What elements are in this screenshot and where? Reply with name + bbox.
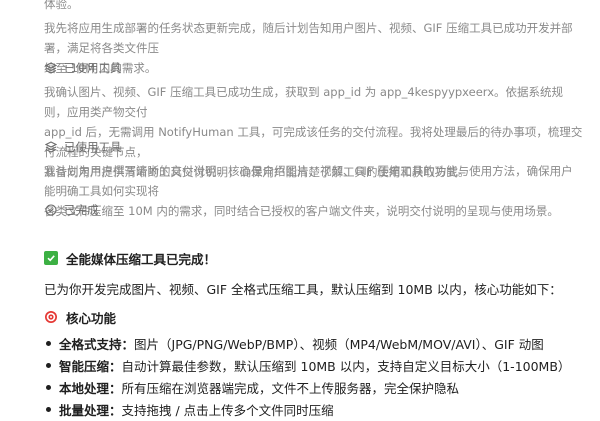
bullet-icon [46,384,51,390]
feature-key: 批量处理： [59,402,122,418]
feature-text: 图片（JPG/PNG/WebP/BMP）、视频（MP4/WebM/MOV/AVI… [134,336,544,352]
core-features-heading: 核心功能 [44,306,116,328]
check-circle-icon [44,203,58,217]
feature-text: 自动计算最佳参数，默认压缩到 10MB 以内，支持自定义目标大小（1-100MB… [121,358,571,374]
list-item: 全格式支持： 图片（JPG/PNG/WebP/BMP）、视频（MP4/WebM/M… [44,332,570,354]
bullet-icon [46,406,51,412]
feature-text: 所有压缩在浏览器端完成，文件不上传服务器，完全保护隐私 [121,380,460,396]
thinking-fragment: 体验。 [44,0,79,11]
thinking-line: app_id 后，无需调用 NotifyHuman 工具，可完成该任务的交付流程… [44,125,583,159]
tool-used-step-2[interactable]: 已使用工具 [44,137,122,157]
answer-headline: 全能媒体压缩工具已完成！ [44,247,216,269]
bullet-icon [46,362,51,368]
thinking-line: 我计划为用户撰写清晰的交付说明，核心是介绍图片、视频、GIF 压缩工具的功能与使… [44,164,573,198]
feature-text: 支持拖拽 / 点击上传多个文件同时压缩 [121,402,334,418]
tool-used-label: 已使用工具 [64,61,122,75]
thinking-paragraph-1: 我先将应用生成部署的任务状态更新完成，随后计划告知用户图片、视频、GIF 压缩工… [44,18,584,78]
target-icon [44,310,58,324]
layers-icon [44,61,58,75]
feature-key: 全格式支持： [59,336,135,352]
tool-used-label: 已使用工具 [64,140,122,154]
completed-label: 已完成 [64,203,99,217]
thinking-line: 我先将应用生成部署的任务状态更新完成，随后计划告知用户图片、视频、GIF 压缩工… [44,21,573,55]
headline-text: 全能媒体压缩工具已完成！ [66,251,217,267]
thinking-line: 缩至 10M 内的需求。 [44,61,157,75]
thinking-line: 我确认图片、视频、GIF 压缩工具已成功生成，获取到 app_id 为 app_… [44,85,563,119]
feature-key: 本地处理： [59,380,122,396]
thinking-paragraph-3: 我计划为用户撰写清晰的交付说明，核心是介绍图片、视频、GIF 压缩工具的功能与使… [44,161,584,221]
feature-list: 全格式支持： 图片（JPG/PNG/WebP/BMP）、视频（MP4/WebM/M… [44,332,570,420]
layers-icon [44,140,58,154]
bullet-icon [46,340,51,346]
section-title: 核心功能 [66,310,117,326]
completed-status: 已完成 [44,200,99,220]
feature-key: 智能压缩： [59,358,122,374]
answer-intro: 已为你开发完成图片、视频、GIF 全格式压缩工具，默认压缩到 10MB 以内，核… [44,282,562,297]
list-item: 批量处理： 支持拖拽 / 点击上传多个文件同时压缩 [44,398,570,420]
checkmark-icon [44,251,58,265]
tool-used-step-1[interactable]: 已使用工具 [44,58,122,78]
list-item: 本地处理： 所有压缩在浏览器端完成，文件不上传服务器，完全保护隐私 [44,376,570,398]
thinking-line: 各类文件压缩至 10M 内的需求，同时结合已授权的客户端文件夹，说明交付说明的呈… [44,204,559,218]
list-item: 智能压缩： 自动计算最佳参数，默认压缩到 10MB 以内，支持自定义目标大小（1-… [44,354,570,376]
